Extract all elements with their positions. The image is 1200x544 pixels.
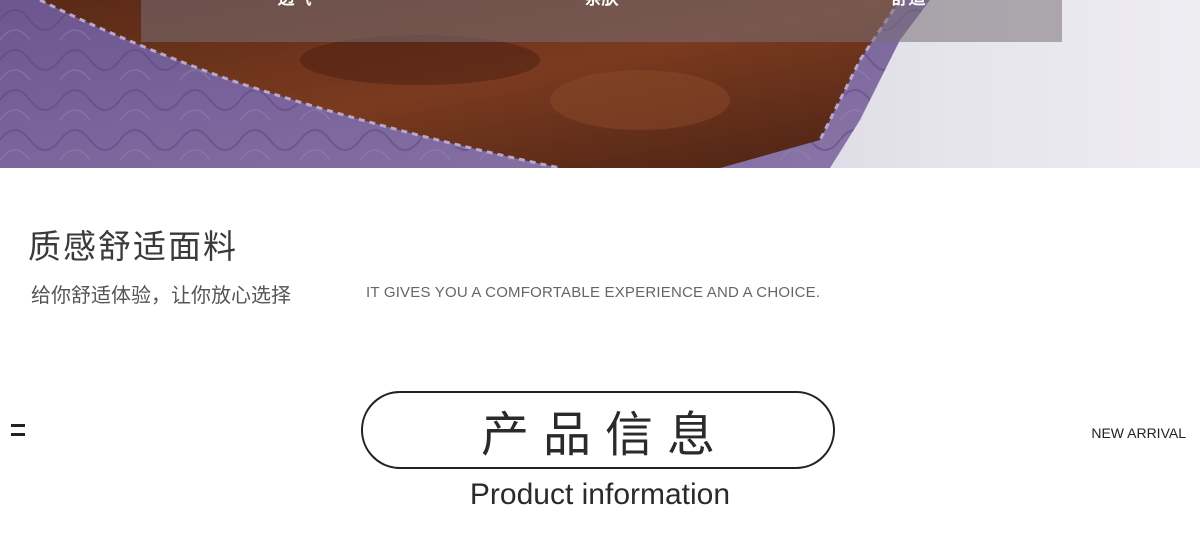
feature-strip: 透气 亲肤 舒适 <box>141 0 1062 42</box>
feature-label: 亲肤 <box>585 0 619 8</box>
section-title: 质感舒适面料 <box>28 227 238 266</box>
product-info-title: 产品信息 <box>480 407 729 463</box>
subtitle-chinese: 给你舒适体验，让你放心选择 <box>31 283 291 307</box>
feature-label: 舒适 <box>892 0 926 8</box>
product-info-subtitle: Product information <box>469 478 731 511</box>
hero-fabric-photo: 透气 亲肤 舒适 <box>0 0 1200 168</box>
subtitle-english: IT GIVES YOU A COMFORTABLE EXPERIENCE AN… <box>366 284 821 301</box>
product-info-pill: 产品信息 <box>361 391 835 469</box>
feature-label: 透气 <box>278 0 312 8</box>
new-arrival-label: NEW ARRIVAL <box>1091 425 1186 441</box>
decorative-lines-icon <box>11 424 25 444</box>
